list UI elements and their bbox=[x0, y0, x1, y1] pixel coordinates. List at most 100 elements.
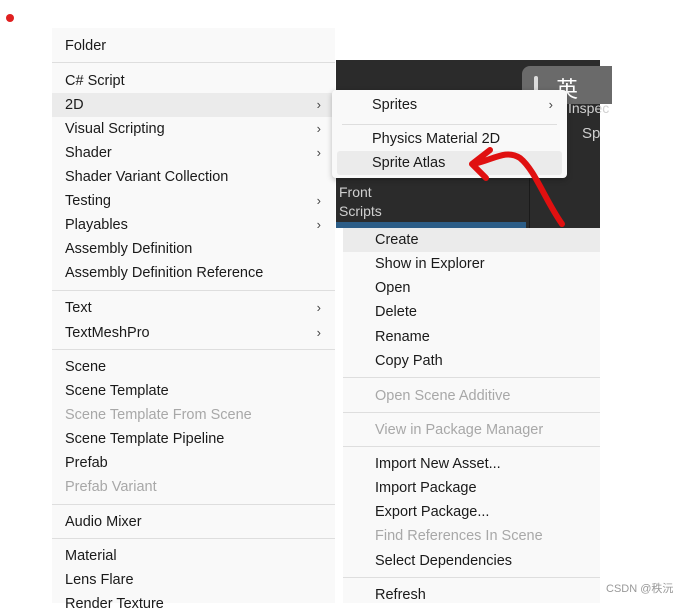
menu-item-render-texture[interactable]: Render Texture bbox=[52, 592, 335, 616]
menu-separator bbox=[52, 290, 335, 291]
menu-item-label: Find References In Scene bbox=[375, 528, 543, 544]
chevron-right-icon: › bbox=[316, 97, 321, 112]
menu-item-playables[interactable]: Playables › bbox=[52, 213, 335, 237]
menu-item-label: Material bbox=[65, 548, 117, 564]
menu-item-show-in-explorer[interactable]: Show in Explorer bbox=[343, 252, 600, 276]
chevron-right-icon: › bbox=[316, 217, 321, 232]
menu-item-label: Sprites bbox=[372, 97, 418, 113]
menu-item-scene-template-pipeline[interactable]: Scene Template Pipeline bbox=[52, 427, 335, 451]
menu-item-label: Shader Variant Collection bbox=[65, 169, 229, 185]
red-arrow-annotation bbox=[469, 147, 565, 227]
menu-item-export-package[interactable]: Export Package... bbox=[343, 500, 600, 524]
menu-item-open-scene-additive[interactable]: Open Scene Additive bbox=[343, 384, 600, 408]
menu-item-lens-flare[interactable]: Lens Flare bbox=[52, 568, 335, 592]
menu-item-label: Folder bbox=[65, 38, 107, 54]
menu-item-label: Rename bbox=[375, 329, 430, 345]
menu-item-label: Scene Template From Scene bbox=[65, 407, 252, 423]
menu-item-label: Refresh bbox=[375, 587, 426, 603]
sp-label: Sp bbox=[582, 125, 601, 142]
menu-item-label: Import Package bbox=[375, 480, 477, 496]
menu-item-label: View in Package Manager bbox=[375, 422, 544, 438]
menu-item-text[interactable]: Text › bbox=[52, 296, 335, 320]
menu-item-scene-template-from-scene[interactable]: Scene Template From Scene bbox=[52, 403, 335, 427]
menu-item-import-new-asset[interactable]: Import New Asset... bbox=[343, 452, 600, 476]
menu-item-assembly-definition-reference[interactable]: Assembly Definition Reference bbox=[52, 261, 335, 285]
menu-item-label: Testing bbox=[65, 193, 111, 209]
menu-item-label: Prefab Variant bbox=[65, 479, 157, 495]
menu-item-label: Select Dependencies bbox=[375, 553, 513, 569]
menu-item-shader[interactable]: Shader › bbox=[52, 141, 335, 165]
menu-item-label: Text bbox=[65, 300, 92, 316]
menu-item-select-dependencies[interactable]: Select Dependencies bbox=[343, 549, 600, 573]
menu-item-label: Audio Mixer bbox=[65, 514, 142, 530]
menu-item-label: Prefab bbox=[65, 455, 108, 471]
menu-item-c-script[interactable]: C# Script bbox=[52, 69, 335, 93]
menu-item-material[interactable]: Material bbox=[52, 544, 335, 568]
menu-item-copy-path[interactable]: Copy Path bbox=[343, 349, 600, 373]
chevron-right-icon: › bbox=[316, 145, 321, 160]
menu-item-textmeshpro[interactable]: TextMeshPro › bbox=[52, 321, 335, 345]
menu-item-folder[interactable]: Folder bbox=[52, 34, 335, 58]
menu-item-label: Scene Template bbox=[65, 383, 169, 399]
menu-item-label: Import New Asset... bbox=[375, 456, 501, 472]
menu-item-label: Create bbox=[375, 232, 419, 248]
menu-item-label: Open bbox=[375, 280, 411, 296]
menu-item-label: Render Texture bbox=[65, 596, 164, 612]
create-submenu: Folder C# Script 2D › Visual Scripting › Shade… bbox=[52, 28, 335, 612]
chevron-right-icon: › bbox=[316, 193, 321, 208]
menu-item-scene[interactable]: Scene bbox=[52, 355, 335, 379]
menu-separator bbox=[52, 504, 335, 505]
menu-item-label: Copy Path bbox=[375, 353, 443, 369]
menu-separator bbox=[343, 446, 600, 447]
menu-item-open[interactable]: Open bbox=[343, 276, 600, 300]
menu-item-find-references-in-scene[interactable]: Find References In Scene bbox=[343, 524, 600, 548]
menu-item-label: Delete bbox=[375, 304, 417, 320]
menu-item-label: Shader bbox=[65, 145, 112, 161]
menu-item-scene-template[interactable]: Scene Template bbox=[52, 379, 335, 403]
menu-separator bbox=[52, 538, 335, 539]
menu-item-view-in-package-manager[interactable]: View in Package Manager bbox=[343, 418, 600, 442]
folder-front[interactable]: Front bbox=[339, 184, 372, 200]
menu-item-prefab[interactable]: Prefab bbox=[52, 451, 335, 475]
menu-item-testing[interactable]: Testing › bbox=[52, 189, 335, 213]
chevron-right-icon: › bbox=[316, 300, 321, 315]
menu-item-visual-scripting[interactable]: Visual Scripting › bbox=[52, 117, 335, 141]
menu-item-label: TextMeshPro bbox=[65, 325, 150, 341]
menu-item-label: Playables bbox=[65, 217, 128, 233]
menu-item-label: Scene Template Pipeline bbox=[65, 431, 225, 447]
window-toolbar bbox=[336, 36, 600, 60]
menu-item-refresh[interactable]: Refresh bbox=[343, 583, 600, 607]
menu-item-import-package[interactable]: Import Package bbox=[343, 476, 600, 500]
chevron-right-icon: › bbox=[316, 325, 321, 340]
menu-item-label: Lens Flare bbox=[65, 572, 134, 588]
context-menu: Create Show in Explorer Open Delete Rename Co… bbox=[343, 228, 600, 603]
menu-item-delete[interactable]: Delete bbox=[343, 300, 600, 324]
menu-item-create[interactable]: Create bbox=[343, 228, 600, 252]
menu-item-assembly-definition[interactable]: Assembly Definition bbox=[52, 237, 335, 261]
menu-separator bbox=[52, 62, 335, 63]
menu-item-label: Export Package... bbox=[375, 504, 490, 520]
red-dot bbox=[6, 14, 14, 22]
menu-item-prefab-variant[interactable]: Prefab Variant bbox=[52, 475, 335, 499]
folder-scripts[interactable]: Scripts bbox=[339, 203, 382, 219]
menu-item-shader-variant-collection[interactable]: Shader Variant Collection bbox=[52, 165, 335, 189]
menu-separator bbox=[343, 412, 600, 413]
menu-separator bbox=[52, 349, 335, 350]
menu-separator bbox=[343, 377, 600, 378]
watermark: CSDN @秩沅 bbox=[606, 583, 674, 595]
menu-item-label: Open Scene Additive bbox=[375, 388, 511, 404]
menu-item-label: Assembly Definition bbox=[65, 241, 193, 257]
menu-separator bbox=[343, 577, 600, 578]
menu-item-label: Visual Scripting bbox=[65, 121, 165, 137]
menu-item-label: Assembly Definition Reference bbox=[65, 265, 264, 281]
menu-item-sprites[interactable]: Sprites › bbox=[332, 93, 567, 117]
chevron-right-icon: › bbox=[316, 121, 321, 136]
menu-item-label: Scene bbox=[65, 359, 107, 375]
menu-item-2d[interactable]: 2D › bbox=[52, 93, 335, 117]
menu-item-label: 2D bbox=[65, 97, 84, 113]
menu-item-audio-mixer[interactable]: Audio Mixer bbox=[52, 510, 335, 534]
menu-item-label: Show in Explorer bbox=[375, 256, 485, 272]
menu-item-rename[interactable]: Rename bbox=[343, 325, 600, 349]
menu-item-label: Sprite Atlas bbox=[372, 155, 446, 171]
chevron-right-icon: › bbox=[548, 97, 553, 112]
